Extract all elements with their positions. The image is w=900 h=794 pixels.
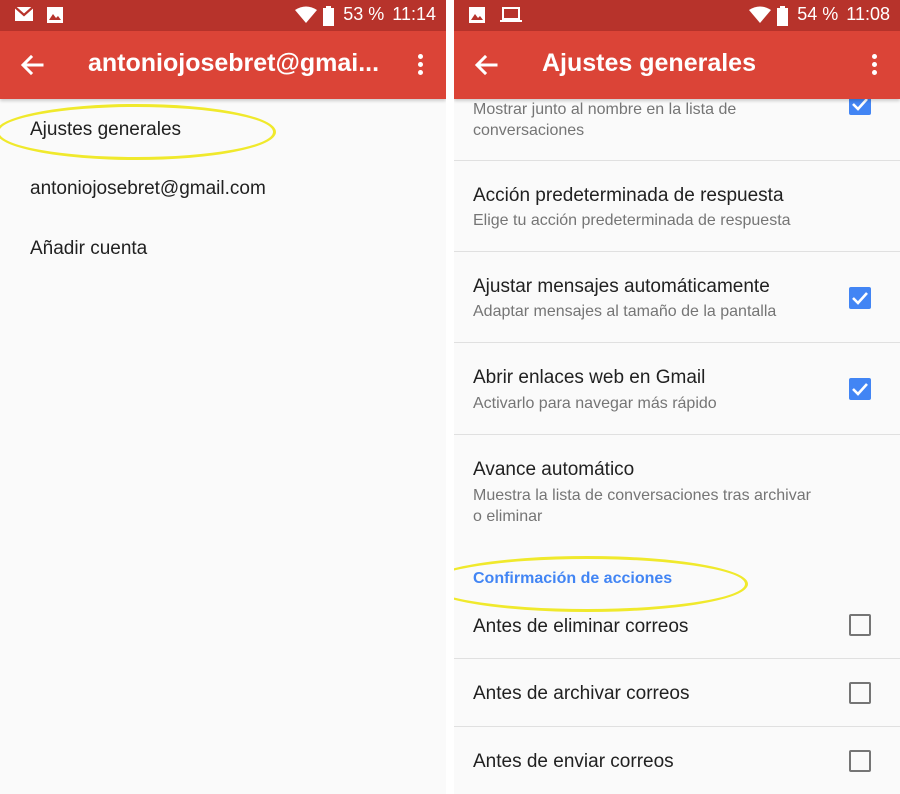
setting-subtitle: Elige tu acción predeterminada de respue… [473,212,791,229]
checkbox-checked[interactable] [849,378,871,400]
menu-item-general-settings[interactable]: Ajustes generales [30,119,181,141]
setting-auto-advance[interactable]: Avance automático Muestra la lista de co… [454,435,900,555]
laptop-icon [500,6,522,24]
back-arrow-icon[interactable] [472,51,504,79]
setting-title: Avance automático [473,459,635,480]
checkbox-unchecked[interactable] [849,614,871,636]
status-bar: 53 % 11:14 [0,0,446,31]
setting-title: Ajustar mensajes automáticamente [473,276,770,297]
setting-title: Antes de eliminar correos [473,616,689,637]
right-screen: 54 % 11:08 Mostrar junto al nombre en la… [454,0,900,794]
image-notification-icon [468,6,488,24]
setting-auto-fit-messages[interactable]: Ajustar mensajes automáticamente Adaptar… [454,252,900,343]
app-bar: Ajustes generales [454,31,900,99]
app-bar: antoniojosebret@gmai... [0,31,446,99]
setting-confirm-archive[interactable]: Antes de archivar correos [454,659,900,727]
menu-item-add-account[interactable]: Añadir cuenta [30,238,147,260]
checkbox-checked[interactable] [849,287,871,309]
battery-icon [323,5,335,26]
page-title: Ajustes generales [542,49,756,77]
clock: 11:08 [846,4,890,24]
page-title: antoniojosebret@gmai... [88,49,380,77]
setting-title: Abrir enlaces web en Gmail [473,367,706,388]
setting-title: Antes de enviar correos [473,751,674,772]
battery-percent: 53 % [343,4,385,24]
setting-default-reply-action[interactable]: Acción predeterminada de respuesta Elige… [454,161,900,252]
back-arrow-icon[interactable] [18,51,50,79]
battery-percent: 54 % [797,4,839,24]
setting-confirm-delete[interactable]: Antes de eliminar correos [454,594,900,659]
setting-confirm-send[interactable]: Antes de enviar correos [454,727,900,794]
menu-item-account[interactable]: antoniojosebret@gmail.com [30,178,266,200]
gmail-notification-icon [14,6,34,24]
more-options-icon[interactable] [862,51,886,79]
setting-title: Antes de archivar correos [473,683,690,704]
setting-subtitle: Mostrar junto al nombre en la lista de c… [473,101,737,139]
setting-subtitle: Activarlo para navegar más rápido [473,395,717,412]
battery-icon [777,5,789,26]
checkbox-unchecked[interactable] [849,682,871,704]
wifi-icon [749,6,772,24]
status-bar: 54 % 11:08 [454,0,900,31]
setting-subtitle: Adaptar mensajes al tamaño de la pantall… [473,303,777,320]
wifi-icon [295,6,318,24]
setting-title: Acción predeterminada de respuesta [473,185,784,206]
clock: 11:14 [392,4,436,24]
setting-subtitle: Muestra la lista de conversaciones tras … [473,487,811,525]
setting-open-web-links[interactable]: Abrir enlaces web en Gmail Activarlo par… [454,343,900,435]
left-screen: 53 % 11:14 antoniojosebret@gmai... Ajust… [0,0,446,794]
setting-show-sender-image[interactable]: Mostrar junto al nombre en la lista de c… [454,93,900,161]
checkbox-unchecked[interactable] [849,750,871,772]
more-options-icon[interactable] [408,51,432,79]
image-notification-icon [46,6,66,24]
section-header: Confirmación de acciones [473,570,673,587]
